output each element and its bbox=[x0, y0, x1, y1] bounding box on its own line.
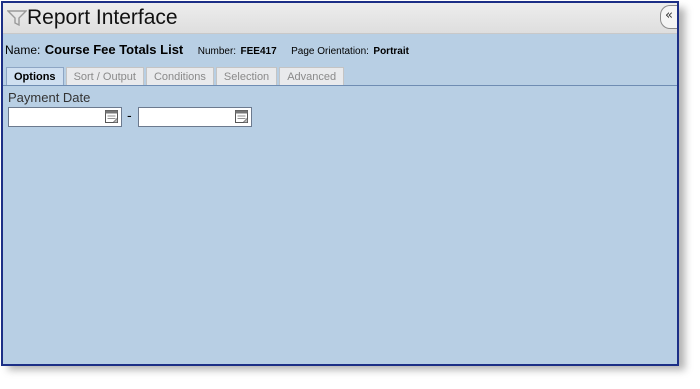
payment-date-from-input[interactable] bbox=[9, 109, 107, 127]
report-number-value: FEE417 bbox=[240, 46, 277, 57]
window-title: Report Interface bbox=[27, 6, 178, 29]
report-number-label: Number: bbox=[197, 46, 237, 57]
calendar-icon[interactable] bbox=[235, 110, 248, 123]
tab-options[interactable]: Options bbox=[6, 67, 64, 86]
report-info: Name: Course Fee Totals List Number: FEE… bbox=[5, 41, 419, 59]
title-bar: Report Interface « bbox=[3, 3, 677, 34]
tab-conditions[interactable]: Conditions bbox=[145, 67, 214, 85]
report-name-value: Course Fee Totals List bbox=[44, 42, 184, 57]
payment-date-label: Payment Date bbox=[8, 90, 91, 105]
collapse-panel-button[interactable]: « bbox=[660, 5, 677, 29]
tab-divider bbox=[3, 85, 677, 86]
report-name-label: Name: bbox=[5, 43, 41, 57]
page-orientation-label: Page Orientation: bbox=[291, 46, 369, 57]
calendar-icon[interactable] bbox=[105, 110, 118, 123]
payment-date-from-field bbox=[8, 107, 122, 127]
tab-sort-output[interactable]: Sort / Output bbox=[65, 67, 144, 85]
payment-date-to-input[interactable] bbox=[139, 109, 237, 127]
funnel-icon bbox=[7, 10, 27, 27]
report-interface-window: Report Interface « Name: Course Fee Tota… bbox=[1, 1, 679, 366]
date-range-separator: - bbox=[127, 107, 132, 123]
tab-bar: Options Sort / Output Conditions Selection A… bbox=[6, 67, 346, 86]
tab-selection[interactable]: Selection bbox=[215, 67, 278, 85]
page-orientation-value: Portrait bbox=[373, 46, 409, 57]
payment-date-to-field bbox=[138, 107, 252, 127]
tab-advanced[interactable]: Advanced bbox=[279, 67, 345, 85]
